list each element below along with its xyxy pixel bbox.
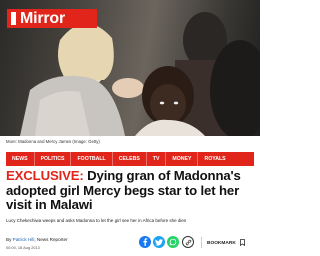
- byline-prefix: By: [6, 237, 12, 242]
- article-standfirst: Lucy Chekechiwa weeps and asks Madonna t…: [6, 218, 187, 223]
- bookmark-label: BOOKMARK: [207, 241, 236, 246]
- nav-item-royals[interactable]: ROYALS: [198, 152, 231, 166]
- logo-text: Mirror: [20, 10, 66, 27]
- nav-item-football[interactable]: FOOTBALL: [71, 152, 113, 166]
- hero-photo: Mirror: [0, 0, 260, 136]
- publish-date: 00:00, 18 Aug 2013: [6, 245, 40, 250]
- nav-item-celebs[interactable]: CELEBS: [113, 152, 147, 166]
- exclusive-label: EXCLUSIVE:: [6, 168, 84, 183]
- nav-item-tv[interactable]: TV: [147, 152, 167, 166]
- twitter-icon[interactable]: [153, 236, 165, 248]
- facebook-icon[interactable]: [139, 236, 151, 248]
- article-headline: EXCLUSIVE: Dying gran of Madonna's adopt…: [6, 168, 256, 213]
- author-role: , News Reporter: [34, 237, 68, 242]
- mirror-logo[interactable]: Mirror: [7, 9, 97, 28]
- author-link[interactable]: Patrick Hill: [13, 237, 35, 242]
- bookmark-button[interactable]: BOOKMARK: [207, 239, 245, 248]
- bookmark-icon: [239, 239, 245, 248]
- nav-item-news[interactable]: NEWS: [6, 152, 35, 166]
- share-divider: [201, 237, 202, 248]
- photo-caption: More: Madonna and Mercy James (Image: Ge…: [6, 139, 100, 144]
- link-icon[interactable]: [182, 236, 194, 248]
- nav-item-politics[interactable]: POLITICS: [35, 152, 72, 166]
- whatsapp-icon[interactable]: [167, 236, 179, 248]
- nav-item-money[interactable]: MONEY: [166, 152, 199, 166]
- byline: By Patrick Hill, News Reporter: [6, 237, 68, 242]
- logo-mark: [11, 12, 16, 25]
- section-nav: NEWS POLITICS FOOTBALL CELEBS TV MONEY R…: [6, 152, 254, 166]
